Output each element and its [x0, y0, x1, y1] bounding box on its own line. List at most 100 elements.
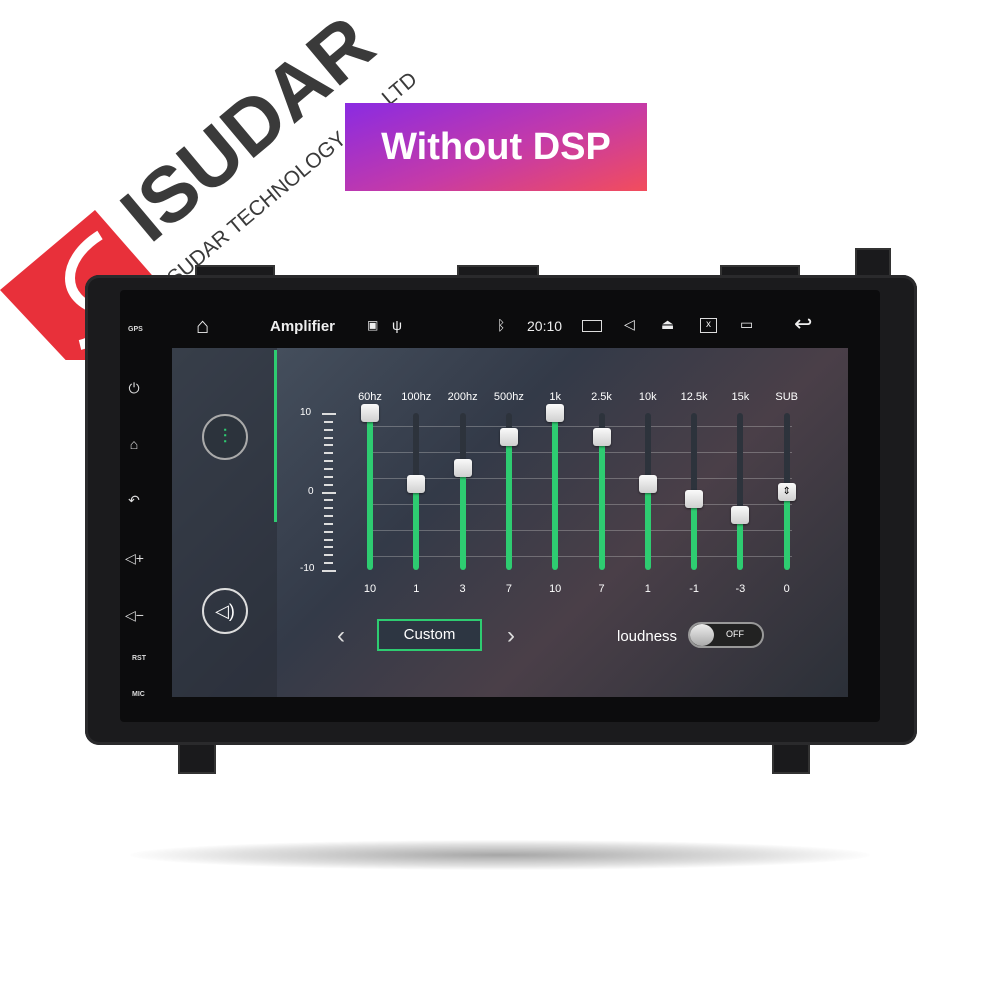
eject-icon[interactable]: ⏏: [661, 316, 674, 333]
next-preset-button[interactable]: ›: [507, 622, 515, 650]
equalizer-icon[interactable]: ⫶: [202, 414, 248, 460]
band-value: -1: [689, 583, 699, 595]
band-value: 1: [644, 583, 651, 595]
scale-tick: [322, 491, 336, 494]
rst-label: RST: [132, 655, 146, 662]
band-value: 10: [363, 583, 377, 595]
slider-fill: [459, 467, 466, 570]
scale-tick: [324, 444, 333, 447]
band-label: 200hz: [447, 391, 478, 403]
scale-tick: [324, 452, 333, 455]
usb-icon: ψ: [392, 317, 402, 333]
band-label: 500hz: [493, 391, 524, 403]
band-label: 60hz: [358, 391, 382, 403]
home-icon[interactable]: ⌂: [125, 436, 143, 452]
scale-tick: [324, 428, 333, 431]
loudness-state: OFF: [726, 629, 744, 639]
slider-thumb[interactable]: [685, 490, 704, 509]
grid-line: [372, 478, 792, 479]
scale-tick: [324, 538, 333, 541]
scale-tick: [324, 530, 333, 533]
slider-fill: [598, 436, 605, 570]
slider-thumb[interactable]: [731, 506, 750, 525]
slider-thumb[interactable]: [638, 474, 657, 493]
amplifier-screen: ⫶ ◁) 10 0 -10 60hz 10 100hz 1 200hz 3 500hz 7 1k…: [172, 348, 848, 697]
recent-apps-icon[interactable]: ▭: [740, 316, 753, 333]
scale-max: 10: [300, 407, 312, 418]
scale-tick: [322, 570, 336, 572]
gps-label: GPS: [128, 326, 143, 333]
grid-line: [372, 530, 792, 531]
band-label: 100hz: [401, 391, 432, 403]
preset-button[interactable]: Custom: [377, 619, 482, 651]
home-icon[interactable]: ⌂: [196, 313, 209, 339]
active-indicator: [274, 350, 277, 522]
slider-fill: [691, 499, 698, 570]
band-label: 1k: [549, 391, 561, 403]
scale-tick: [324, 499, 333, 502]
loudness-toggle[interactable]: OFF: [688, 622, 764, 648]
band-label: 15k: [731, 391, 750, 403]
scale-tick: [324, 475, 333, 478]
grid-line: [372, 426, 792, 427]
power-icon[interactable]: ⏻: [125, 380, 143, 397]
bluetooth-icon: ᛒ: [497, 317, 506, 333]
band-value: 7: [598, 583, 605, 595]
scale-tick: [324, 420, 333, 423]
slider-thumb[interactable]: [592, 427, 611, 446]
mount-tab: [772, 742, 810, 774]
screen-off-icon[interactable]: x: [700, 318, 717, 333]
loudness-label: loudness: [617, 628, 678, 645]
camera-icon[interactable]: [582, 320, 602, 332]
scale-tick: [324, 460, 333, 463]
image-icon: ▣: [367, 318, 379, 332]
mic-label: MIC: [132, 691, 145, 698]
slider-fill: [552, 413, 559, 570]
prev-preset-button[interactable]: ‹: [337, 622, 345, 650]
volume-icon[interactable]: ◁: [624, 316, 635, 333]
volume-up-icon[interactable]: ◁+: [125, 550, 144, 567]
slider-thumb[interactable]: [546, 404, 565, 422]
grid-line: [372, 452, 792, 453]
scale-tick: [322, 413, 336, 415]
back-icon[interactable]: ↩: [794, 311, 812, 337]
sidebar: ⫶ ◁): [172, 348, 277, 697]
band-value: 10: [549, 583, 562, 595]
band-value: 7: [505, 583, 512, 595]
slider-thumb[interactable]: [407, 474, 426, 493]
slider-fill: [783, 491, 790, 570]
grid-line: [372, 556, 792, 557]
slider-thumb[interactable]: ⇕: [777, 482, 796, 501]
band-value: 1: [413, 583, 420, 595]
scale-tick: [324, 436, 333, 439]
scale-tick: [324, 546, 333, 549]
scale-min: -10: [300, 563, 315, 574]
device-shadow: [130, 840, 870, 870]
scale-tick: [324, 515, 333, 518]
slider-fill: [644, 483, 651, 570]
slider-thumb[interactable]: [361, 404, 379, 422]
slider-thumb[interactable]: [499, 427, 518, 446]
slider-thumb[interactable]: [453, 458, 472, 477]
volume-down-icon[interactable]: ◁−: [125, 607, 144, 624]
scale-tick: [324, 507, 333, 510]
clock: 20:10: [527, 318, 563, 334]
page-title: Amplifier: [270, 318, 336, 335]
band-label: 12.5k: [680, 391, 708, 403]
band-value: -3: [735, 583, 746, 595]
toggle-knob: [690, 624, 714, 646]
scale-tick: [324, 467, 333, 470]
band-label: 10k: [638, 391, 657, 403]
scale-tick: [324, 562, 333, 565]
status-bar: ⌂ Amplifier ▣ ψ ᛒ 20:10 ◁ ⏏ x ▭ ↩: [172, 305, 848, 347]
mount-tab: [178, 742, 216, 774]
back-icon[interactable]: ↶: [125, 492, 143, 509]
band-label: SUB: [775, 391, 798, 403]
scale-tick: [324, 483, 333, 486]
slider-fill: [505, 436, 512, 570]
band-value: 3: [459, 583, 466, 595]
speaker-icon[interactable]: ◁): [202, 588, 248, 634]
without-dsp-banner: Without DSP: [345, 103, 647, 191]
grid-line: [372, 504, 792, 505]
scale-tick: [324, 522, 333, 525]
